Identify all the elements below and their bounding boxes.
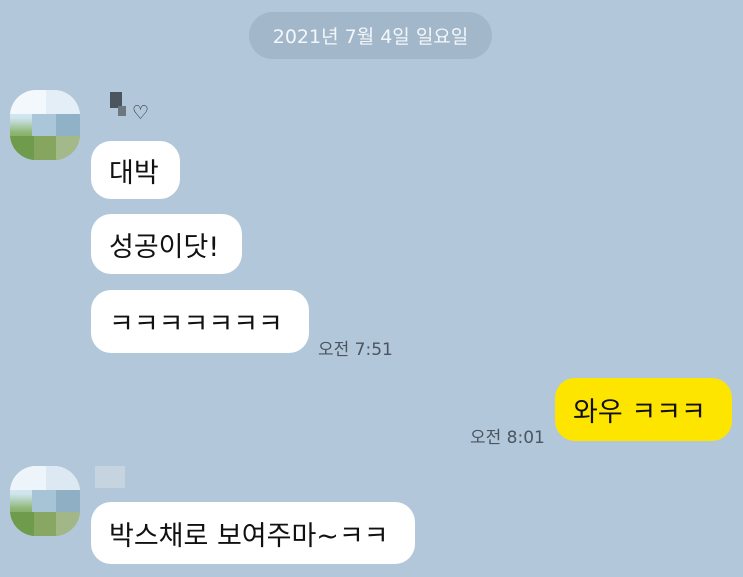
message-timestamp: 오전 7:51: [318, 340, 393, 360]
received-message-bubble[interactable]: ㅋㅋㅋㅋㅋㅋㅋ: [91, 290, 309, 353]
message-timestamp: 오전 8:01: [470, 428, 545, 448]
sender-name-mosaic: [95, 466, 125, 488]
sent-message-bubble[interactable]: 와우 ㅋㅋㅋ: [555, 378, 732, 441]
sender-avatar[interactable]: [10, 90, 80, 160]
sender-avatar[interactable]: [10, 466, 80, 536]
sender-name-heart: ♡: [132, 102, 150, 124]
date-divider: 2021년 7월 4일 일요일: [249, 12, 492, 59]
sender-name-mosaic: [118, 106, 126, 116]
received-message-bubble[interactable]: 대박: [91, 141, 180, 199]
received-message-bubble[interactable]: 성공이닷!: [91, 214, 242, 274]
received-message-bubble[interactable]: 박스채로 보여주마~ㅋㅋ: [91, 502, 415, 564]
